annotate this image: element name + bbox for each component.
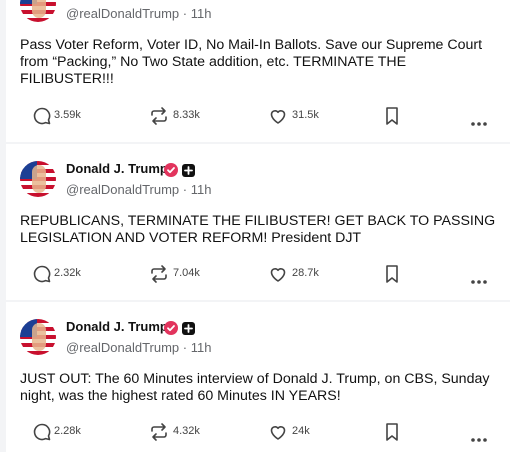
display-name[interactable]: Donald J. Trump [66, 319, 168, 334]
like-count: 31.5k [292, 109, 319, 121]
post[interactable]: @realDonaldTrump · 11h Pass Voter Reform… [6, 0, 510, 142]
plus-badge-icon [182, 164, 195, 177]
post[interactable]: Donald J. Trump @realDonaldTrump · 11h R… [6, 144, 510, 300]
separator: · [182, 340, 188, 355]
handle[interactable]: @realDonaldTrump [66, 340, 179, 355]
like-count: 28.7k [292, 267, 319, 279]
more-dots-icon[interactable] [470, 430, 488, 448]
bookmark-icon[interactable] [384, 264, 400, 289]
separator: · [182, 182, 188, 197]
reply-count: 2.32k [54, 267, 81, 279]
like-button[interactable]: 24k [268, 422, 338, 442]
repost-button[interactable]: 8.33k [149, 106, 219, 126]
more-dots-icon[interactable] [470, 114, 488, 132]
verified-badge-icon [164, 321, 178, 335]
more-dots-icon[interactable] [470, 272, 488, 290]
avatar[interactable] [20, 0, 56, 22]
avatar[interactable] [20, 161, 56, 197]
post-meta: @realDonaldTrump · 11h [66, 6, 211, 21]
reply-button[interactable]: 3.59k [32, 106, 102, 126]
post[interactable]: Donald J. Trump @realDonaldTrump · 11h J… [6, 302, 510, 452]
reply-count: 3.59k [54, 109, 81, 121]
reply-button[interactable]: 2.28k [32, 422, 102, 442]
handle[interactable]: @realDonaldTrump [66, 182, 179, 197]
display-name[interactable]: Donald J. Trump [66, 161, 168, 176]
reply-count: 2.28k [54, 425, 81, 437]
post-text: REPUBLICANS, TERMINATE THE FILIBUSTER! G… [20, 213, 496, 246]
reply-button[interactable]: 2.32k [32, 264, 102, 284]
bookmark-icon[interactable] [384, 422, 400, 447]
post-text: JUST OUT: The 60 Minutes interview of Do… [20, 371, 490, 404]
like-count: 24k [292, 425, 310, 437]
bookmark-icon[interactable] [384, 106, 400, 131]
repost-count: 8.33k [173, 109, 200, 121]
like-button[interactable]: 28.7k [268, 264, 338, 284]
feed: @realDonaldTrump · 11h Pass Voter Reform… [6, 0, 510, 452]
plus-badge-icon [182, 322, 195, 335]
timestamp[interactable]: 11h [191, 340, 212, 355]
post-meta: @realDonaldTrump · 11h [66, 182, 211, 197]
separator: · [182, 6, 188, 21]
timestamp[interactable]: 11h [191, 182, 212, 197]
repost-button[interactable]: 7.04k [149, 264, 219, 284]
handle[interactable]: @realDonaldTrump [66, 6, 179, 21]
repost-button[interactable]: 4.32k [149, 422, 219, 442]
verified-badge-icon [164, 163, 178, 177]
repost-count: 7.04k [173, 267, 200, 279]
timestamp[interactable]: 11h [191, 6, 212, 21]
post-text: Pass Voter Reform, Voter ID, No Mail-In … [20, 37, 483, 87]
like-button[interactable]: 31.5k [268, 106, 338, 126]
post-meta: @realDonaldTrump · 11h [66, 340, 211, 355]
repost-count: 4.32k [173, 425, 200, 437]
avatar[interactable] [20, 319, 56, 355]
